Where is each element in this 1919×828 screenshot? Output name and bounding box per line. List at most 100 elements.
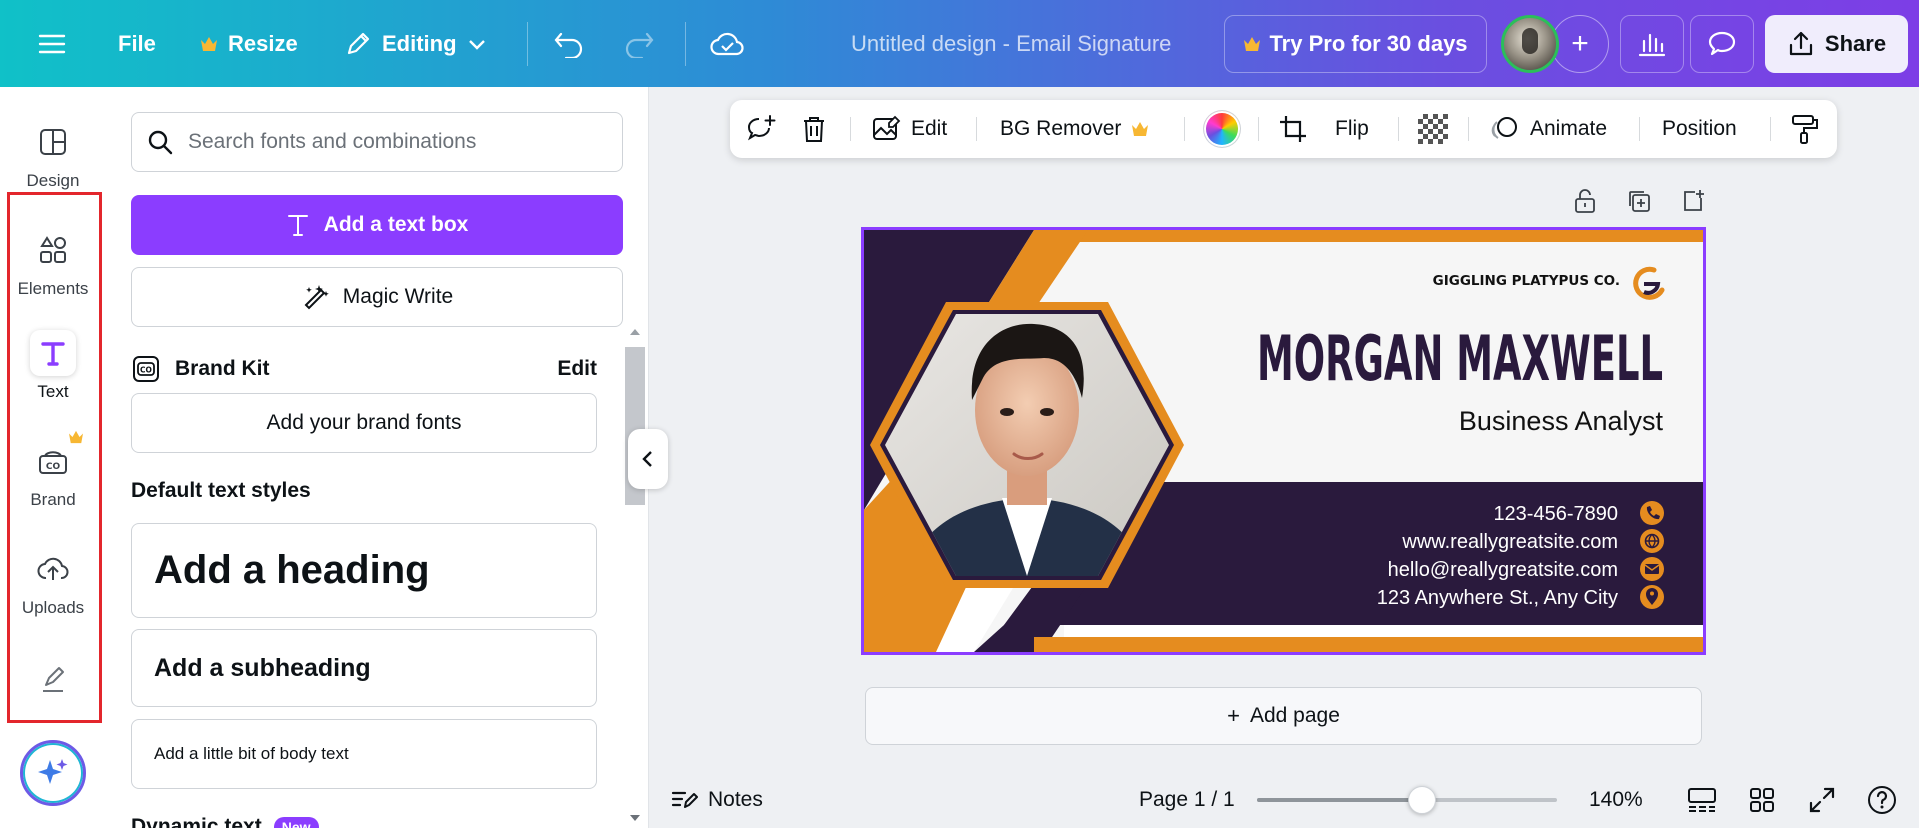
grid-view-button[interactable] [1748, 775, 1776, 825]
crop-button[interactable] [1278, 100, 1308, 158]
cloud-upload-icon [37, 557, 69, 580]
left-rail: Design Elements Text CO Brand Uploads [0, 87, 104, 828]
fullscreen-button[interactable] [1808, 775, 1836, 825]
crop-icon [1280, 116, 1306, 142]
brand-kit-edit-link[interactable]: Edit [557, 357, 597, 381]
crown-icon [1132, 122, 1149, 136]
rail-item-elements[interactable]: Elements [10, 227, 96, 299]
divider [1639, 117, 1640, 141]
comment-icon [1708, 31, 1736, 56]
animate-button[interactable]: Animate [1488, 100, 1607, 158]
scroll-up-icon [630, 329, 640, 335]
new-badge: New [273, 817, 319, 828]
crown-icon [1244, 37, 1261, 51]
transparency-button[interactable] [1418, 100, 1448, 158]
rail-item-text[interactable]: Text [10, 330, 96, 402]
rail-item-brand[interactable]: CO Brand [10, 430, 96, 510]
phone-icon [1640, 501, 1664, 525]
pencil-icon [347, 32, 370, 54]
svg-text:CO: CO [46, 462, 61, 472]
animate-icon [1491, 117, 1517, 139]
expand-icon [1809, 787, 1835, 813]
design-icon [40, 129, 66, 155]
add-comment-button[interactable] [745, 100, 777, 158]
transparency-icon [1418, 114, 1448, 144]
color-wheel-icon [1204, 111, 1240, 147]
design-page[interactable]: GIGGLING PLATYPUS CO. MORGAN MAXWELL Bus… [861, 227, 1706, 655]
magic-assistant-button[interactable] [20, 740, 86, 806]
rail-item-design[interactable]: Design [10, 119, 96, 191]
search-input[interactable]: Search fonts and combinations [131, 112, 623, 172]
resize-button[interactable]: Resize [200, 0, 298, 87]
page-tools [1558, 188, 1720, 214]
draw-icon [43, 667, 64, 692]
collapse-panel-button[interactable] [628, 429, 668, 489]
undo-button[interactable] [553, 0, 585, 87]
unlock-icon [1575, 189, 1595, 213]
hamburger-icon [38, 34, 66, 53]
bottom-white-strip [1064, 625, 1703, 637]
add-body-text-card[interactable]: Add a little bit of body text [131, 719, 597, 789]
scroll-down-icon [630, 815, 640, 821]
company-name: GIGGLING PLATYPUS CO. [1433, 273, 1620, 289]
add-subheading-card[interactable]: Add a subheading [131, 629, 597, 707]
add-page-button[interactable]: + Add page [865, 687, 1702, 745]
copy-style-button[interactable] [1790, 100, 1820, 158]
notes-button[interactable]: Notes [670, 775, 763, 825]
trash-icon [804, 117, 824, 142]
help-button[interactable] [1866, 775, 1898, 825]
comments-button[interactable] [1690, 15, 1754, 73]
edit-image-button[interactable]: Edit [871, 100, 947, 158]
top-orange-strip [1074, 230, 1703, 242]
redo-button[interactable] [623, 0, 655, 87]
zoom-slider-fill [1257, 798, 1422, 802]
add-collaborator-button[interactable]: + [1551, 15, 1609, 73]
text-icon [287, 215, 308, 236]
chevron-down-icon [468, 39, 485, 50]
lock-button[interactable] [1558, 188, 1612, 214]
try-pro-button[interactable]: Try Pro for 30 days [1224, 15, 1487, 73]
document-title[interactable]: Untitled design - Email Signature [851, 0, 1171, 87]
file-menu[interactable]: File [118, 0, 156, 87]
page-indicator[interactable]: Page 1 / 1 [1139, 775, 1235, 825]
color-button[interactable] [1204, 100, 1240, 158]
save-status-button[interactable] [709, 0, 745, 87]
divider [685, 22, 686, 66]
insights-button[interactable] [1620, 15, 1684, 73]
menu-button[interactable] [38, 0, 66, 87]
add-page-icon-button[interactable] [1666, 188, 1720, 214]
paint-roller-icon [1792, 115, 1818, 144]
delete-button[interactable] [800, 100, 828, 158]
avatar[interactable] [1501, 15, 1559, 73]
svg-text:CO: CO [140, 366, 152, 375]
add-page-icon [1684, 190, 1704, 211]
editing-mode-dropdown[interactable]: Editing [344, 0, 487, 87]
bg-remover-button[interactable]: BG Remover [1000, 100, 1149, 158]
redo-icon [625, 32, 654, 58]
plus-icon: + [1227, 703, 1240, 728]
contact-phone: 123-456-7890 [1493, 503, 1618, 525]
page-view-button[interactable] [1686, 775, 1718, 825]
mail-icon [1640, 557, 1664, 581]
divider [976, 117, 977, 141]
flip-button[interactable]: Flip [1335, 100, 1369, 158]
add-text-box-button[interactable]: Add a text box [131, 195, 623, 255]
comment-plus-icon [747, 115, 776, 141]
zoom-slider-handle[interactable] [1408, 786, 1436, 814]
undo-icon [554, 32, 583, 58]
brand-kit-header: CO Brand Kit Edit [131, 349, 597, 389]
magic-write-button[interactable]: Magic Write [131, 267, 623, 327]
share-button[interactable]: Share [1765, 15, 1908, 73]
bottom-orange-strip [1034, 637, 1703, 652]
crown-icon [201, 36, 217, 51]
rail-item-draw[interactable] [10, 657, 96, 703]
position-button[interactable]: Position [1662, 100, 1737, 158]
context-toolbar: Edit BG Remover Flip Animate Position [730, 100, 1837, 158]
add-brand-fonts-button[interactable]: Add your brand fonts [131, 393, 597, 453]
divider [1398, 117, 1399, 141]
rail-item-uploads[interactable]: Uploads [10, 546, 96, 618]
duplicate-page-button[interactable] [1612, 188, 1666, 214]
add-heading-card[interactable]: Add a heading [131, 523, 597, 618]
brand-icon: CO [39, 451, 67, 474]
zoom-level[interactable]: 140% [1589, 775, 1643, 825]
